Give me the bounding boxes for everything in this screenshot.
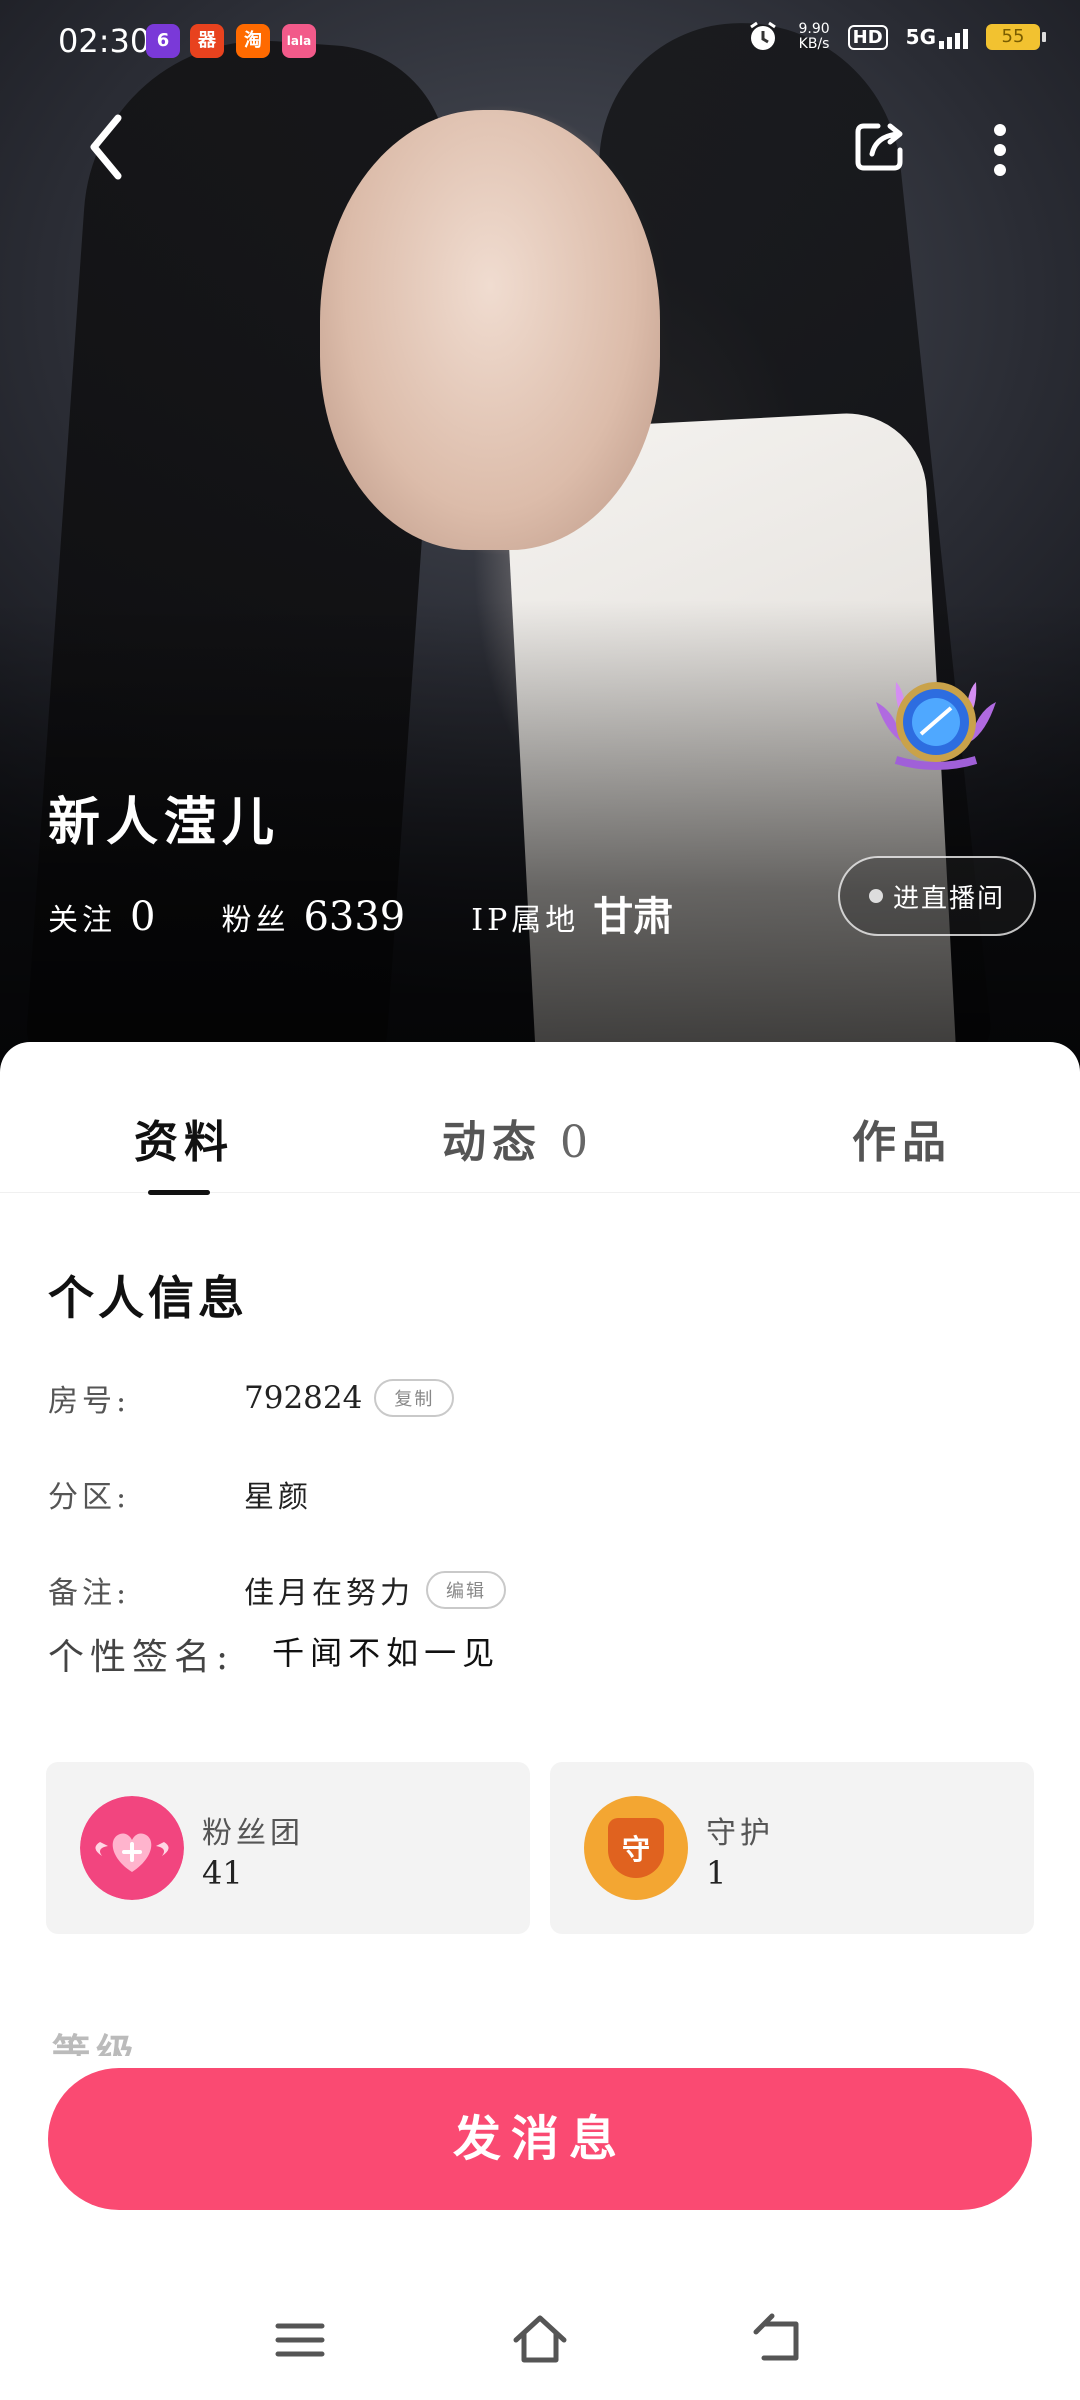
signal-icon: 5G xyxy=(906,25,968,49)
app-notification-icon: 器 xyxy=(190,24,224,58)
home-icon[interactable] xyxy=(510,2310,570,2370)
ip-label: IP属地 xyxy=(471,903,580,938)
copy-button[interactable]: 复制 xyxy=(374,1379,455,1417)
guard-shield-shape: 守 xyxy=(608,1818,664,1878)
net-speed-value: 9.90 xyxy=(798,21,830,37)
fan-club-value: 41 xyxy=(202,1854,243,1892)
tab-profile-info[interactable]: 资料 xyxy=(134,1106,234,1170)
app-notification-icon: lala xyxy=(282,24,316,58)
back-arrow-icon[interactable] xyxy=(86,112,126,182)
enter-live-room-label: 进直播间 xyxy=(892,883,1005,914)
fans-label[interactable]: 粉丝 xyxy=(221,895,289,939)
system-nav-bar xyxy=(0,2280,1080,2400)
signature-row: 个性签名: 千闻不如一见 xyxy=(48,1628,500,1680)
tab-moments-label: 动态 xyxy=(442,1117,542,1168)
follow-label[interactable]: 关注 xyxy=(48,895,116,939)
fan-club-heart-icon xyxy=(80,1796,184,1900)
menu-icon[interactable] xyxy=(270,2310,330,2370)
share-icon[interactable] xyxy=(852,118,908,174)
app-notification-icon: 6 xyxy=(146,24,180,58)
fan-club-label: 粉丝团 xyxy=(202,1816,304,1851)
note-label: 备注: xyxy=(48,1576,131,1611)
signal-type: 5G xyxy=(905,25,936,49)
room-number-row: 房号: 792824 复制 xyxy=(48,1376,455,1420)
net-speed: 9.90 KB/s xyxy=(798,22,829,52)
tab-profile-info-label: 资料 xyxy=(134,1117,234,1168)
rank-badge-icon[interactable] xyxy=(866,672,1006,772)
cover-face xyxy=(320,110,660,550)
guard-icon-glyph: 守 xyxy=(621,1833,650,1866)
active-tab-indicator xyxy=(148,1190,210,1195)
tab-works[interactable]: 作品 xyxy=(852,1106,952,1170)
zone-label: 分区: xyxy=(48,1480,131,1515)
level-section-title: 等级 xyxy=(52,2030,141,2056)
hd-icon: HD xyxy=(847,24,888,50)
net-speed-unit: KB/s xyxy=(798,36,830,52)
enter-live-room-button[interactable]: 进直播间 xyxy=(838,856,1036,936)
guard-label: 守护 xyxy=(706,1816,774,1851)
guard-value: 1 xyxy=(706,1854,727,1892)
fan-club-card[interactable]: 粉丝团 41 xyxy=(46,1762,530,1934)
profile-name: 新人滢儿 xyxy=(48,792,281,853)
fans-count[interactable]: 6339 xyxy=(303,894,405,940)
follow-count[interactable]: 0 xyxy=(130,894,155,940)
ip-value: 甘肃 xyxy=(593,893,674,940)
more-options-icon[interactable] xyxy=(990,120,1010,180)
note-value: 佳月在努力 xyxy=(244,1576,414,1611)
alarm-icon xyxy=(750,21,777,50)
signature-value: 千闻不如一见 xyxy=(272,1634,501,1672)
edit-note-button[interactable]: 编辑 xyxy=(426,1571,506,1609)
signature-label: 个性签名: xyxy=(48,1637,235,1678)
battery-icon: 55 xyxy=(986,24,1046,50)
guard-card[interactable]: 守 守护 1 xyxy=(550,1762,1034,1934)
status-time: 02:30 xyxy=(58,22,151,60)
zone-row: 分区: 星颜 xyxy=(48,1472,312,1516)
zone-value: 星颜 xyxy=(244,1480,312,1515)
guard-shield-icon: 守 xyxy=(584,1796,688,1900)
live-dot-icon xyxy=(868,889,883,903)
send-message-button[interactable]: 发消息 xyxy=(48,2068,1032,2210)
personal-info-title: 个人信息 xyxy=(48,1271,248,1325)
note-row: 备注: 佳月在努力 编辑 xyxy=(48,1568,506,1612)
app-notification-icon: 淘 xyxy=(236,24,270,58)
tab-moments[interactable]: 动态 0 xyxy=(442,1106,588,1170)
tab-works-label: 作品 xyxy=(852,1117,952,1168)
tab-moments-count: 0 xyxy=(560,1117,588,1168)
room-number-value: 792824 xyxy=(244,1380,363,1416)
profile-stats: 关注 0 粉丝 6339 IP属地 甘肃 xyxy=(48,884,673,942)
back-nav-icon[interactable] xyxy=(750,2310,810,2370)
room-number-label: 房号: xyxy=(48,1384,131,1419)
status-bar: 02:30 6 器 淘 lala 9.90 KB/s HD 5G 55 xyxy=(0,0,1080,84)
tab-bar: 资料 动态 0 作品 xyxy=(0,1042,1080,1195)
